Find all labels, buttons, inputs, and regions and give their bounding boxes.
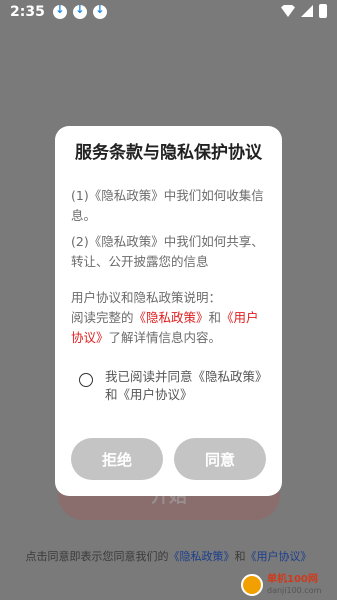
watermark-logo-icon xyxy=(241,574,263,596)
watermark-name: 单机100网 xyxy=(267,574,318,585)
battery-icon xyxy=(319,4,327,18)
consent-row[interactable]: 我已阅读并同意《隐私政策》和《用户协议》 xyxy=(71,368,266,404)
privacy-dialog: 服务条款与隐私保护协议 (1)《隐私政策》中我们如何收集信息。 (2)《隐私政策… xyxy=(55,126,282,496)
signal-icon xyxy=(301,5,313,17)
dialog-para-3: 用户协议和隐私政策说明： 阅读完整的《隐私政策》和《用户协议》了解详情信息内容。 xyxy=(71,288,266,348)
agreement-and: 和 xyxy=(234,550,246,563)
download-icon xyxy=(52,3,67,19)
download-icon xyxy=(72,3,87,19)
para3-suffix: 了解详情信息内容。 xyxy=(108,330,222,345)
agreement-prefix: 点击同意即表示您同意我们的 xyxy=(25,550,169,563)
watermark-url: danji100.com xyxy=(267,586,322,595)
agree-button[interactable]: 同意 xyxy=(174,438,266,480)
status-bar: 2:35 xyxy=(0,0,337,24)
dialog-buttons: 拒绝 同意 xyxy=(71,438,266,480)
dialog-title: 服务条款与隐私保护协议 xyxy=(75,143,262,163)
status-time: 2:35 xyxy=(10,4,45,20)
para3-prefix: 阅读完整的 xyxy=(71,310,134,325)
consent-label: 我已阅读并同意《隐私政策》和《用户协议》 xyxy=(105,369,262,402)
status-indicators xyxy=(281,4,327,18)
site-watermark: 单机100网 danji100.com xyxy=(241,572,333,598)
privacy-policy-link[interactable]: 《隐私政策》 xyxy=(169,550,235,563)
para3-intro: 用户协议和隐私政策说明： xyxy=(71,290,222,305)
user-agreement-link[interactable]: 《用户协议》 xyxy=(246,550,312,563)
para3-and: 和 xyxy=(208,310,222,325)
dialog-para-2: (2)《隐私政策》中我们如何共享、转让、公开披露您的信息 xyxy=(71,234,264,269)
wifi-icon xyxy=(281,5,295,17)
watermark-text: 单机100网 danji100.com xyxy=(267,574,321,596)
privacy-policy-link[interactable]: 《隐私政策》 xyxy=(134,310,209,325)
reject-button[interactable]: 拒绝 xyxy=(71,438,163,480)
download-icon xyxy=(92,3,107,19)
agreement-notice: 点击同意即表示您同意我们的《隐私政策》和《用户协议》 xyxy=(20,549,317,565)
dialog-para-1: (1)《隐私政策》中我们如何收集信息。 xyxy=(71,188,264,223)
consent-radio[interactable] xyxy=(79,373,93,387)
